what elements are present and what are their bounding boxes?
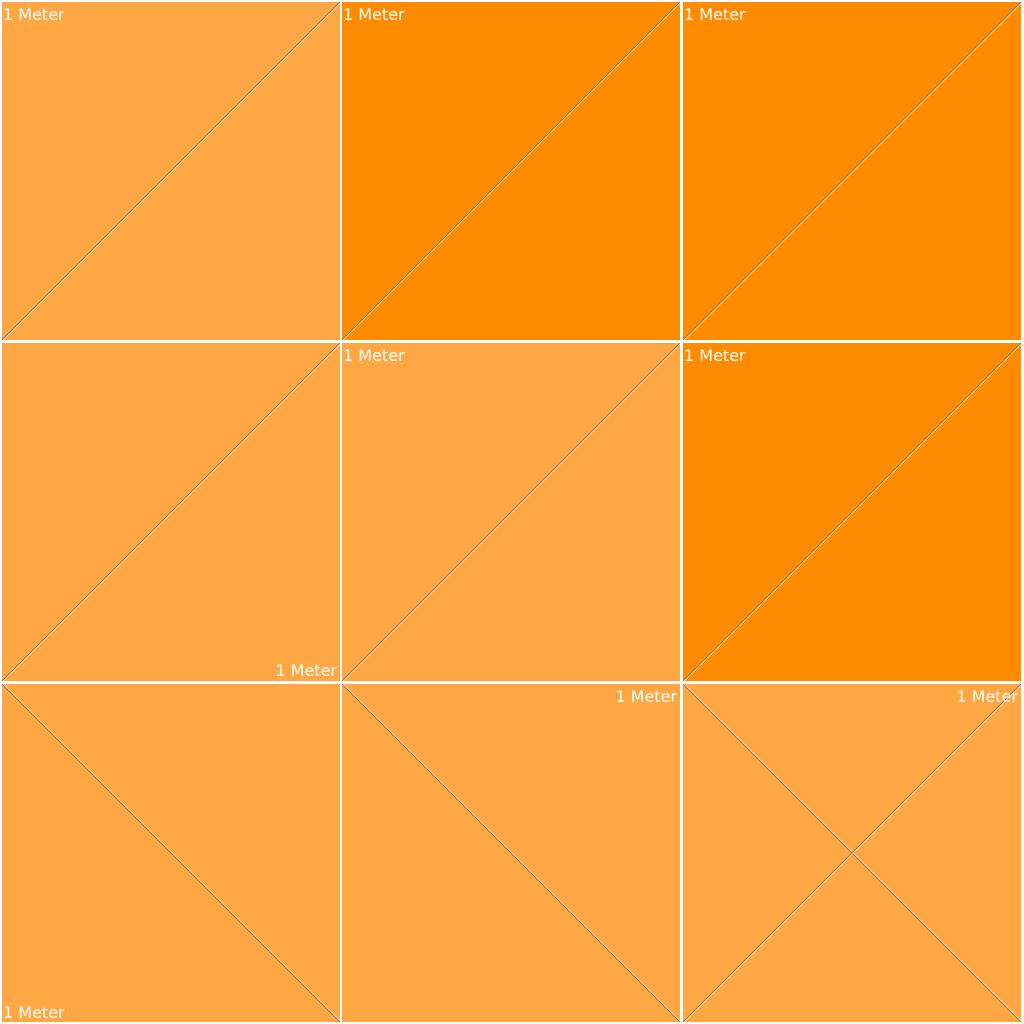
map-tile: 1 Meter bbox=[342, 343, 680, 681]
map-tile: 1 Meter bbox=[683, 684, 1021, 1022]
tile-graphic bbox=[342, 2, 680, 340]
scale-label: 1 Meter bbox=[343, 5, 405, 24]
scale-label: 1 Meter bbox=[684, 346, 746, 365]
tile-graphic bbox=[342, 684, 680, 1022]
scale-label: 1 Meter bbox=[343, 346, 405, 365]
map-tile: 1 Meter bbox=[2, 343, 340, 681]
scale-label: 1 Meter bbox=[684, 5, 746, 24]
map-tile: 1 Meter bbox=[683, 343, 1021, 681]
map-tile: 1 Meter bbox=[342, 684, 680, 1022]
map-tile: 1 Meter bbox=[683, 2, 1021, 340]
tile-graphic bbox=[683, 684, 1021, 1022]
scale-label: 1 Meter bbox=[3, 1003, 65, 1022]
tile-graphic bbox=[2, 2, 340, 340]
scale-label: 1 Meter bbox=[3, 5, 65, 24]
scale-label: 1 Meter bbox=[615, 687, 677, 706]
tile-graphic bbox=[683, 343, 1021, 681]
scale-label: 1 Meter bbox=[275, 661, 337, 680]
map-tile: 1 Meter bbox=[2, 684, 340, 1022]
scale-tile-grid: 1 Meter 1 Meter 1 Meter 1 Meter 1 Meter … bbox=[0, 0, 1024, 1024]
tile-graphic bbox=[683, 2, 1021, 340]
tile-graphic bbox=[342, 343, 680, 681]
scale-label: 1 Meter bbox=[956, 687, 1018, 706]
tile-graphic bbox=[2, 684, 340, 1022]
tile-graphic bbox=[2, 343, 340, 681]
map-tile: 1 Meter bbox=[342, 2, 680, 340]
map-tile: 1 Meter bbox=[2, 2, 340, 340]
